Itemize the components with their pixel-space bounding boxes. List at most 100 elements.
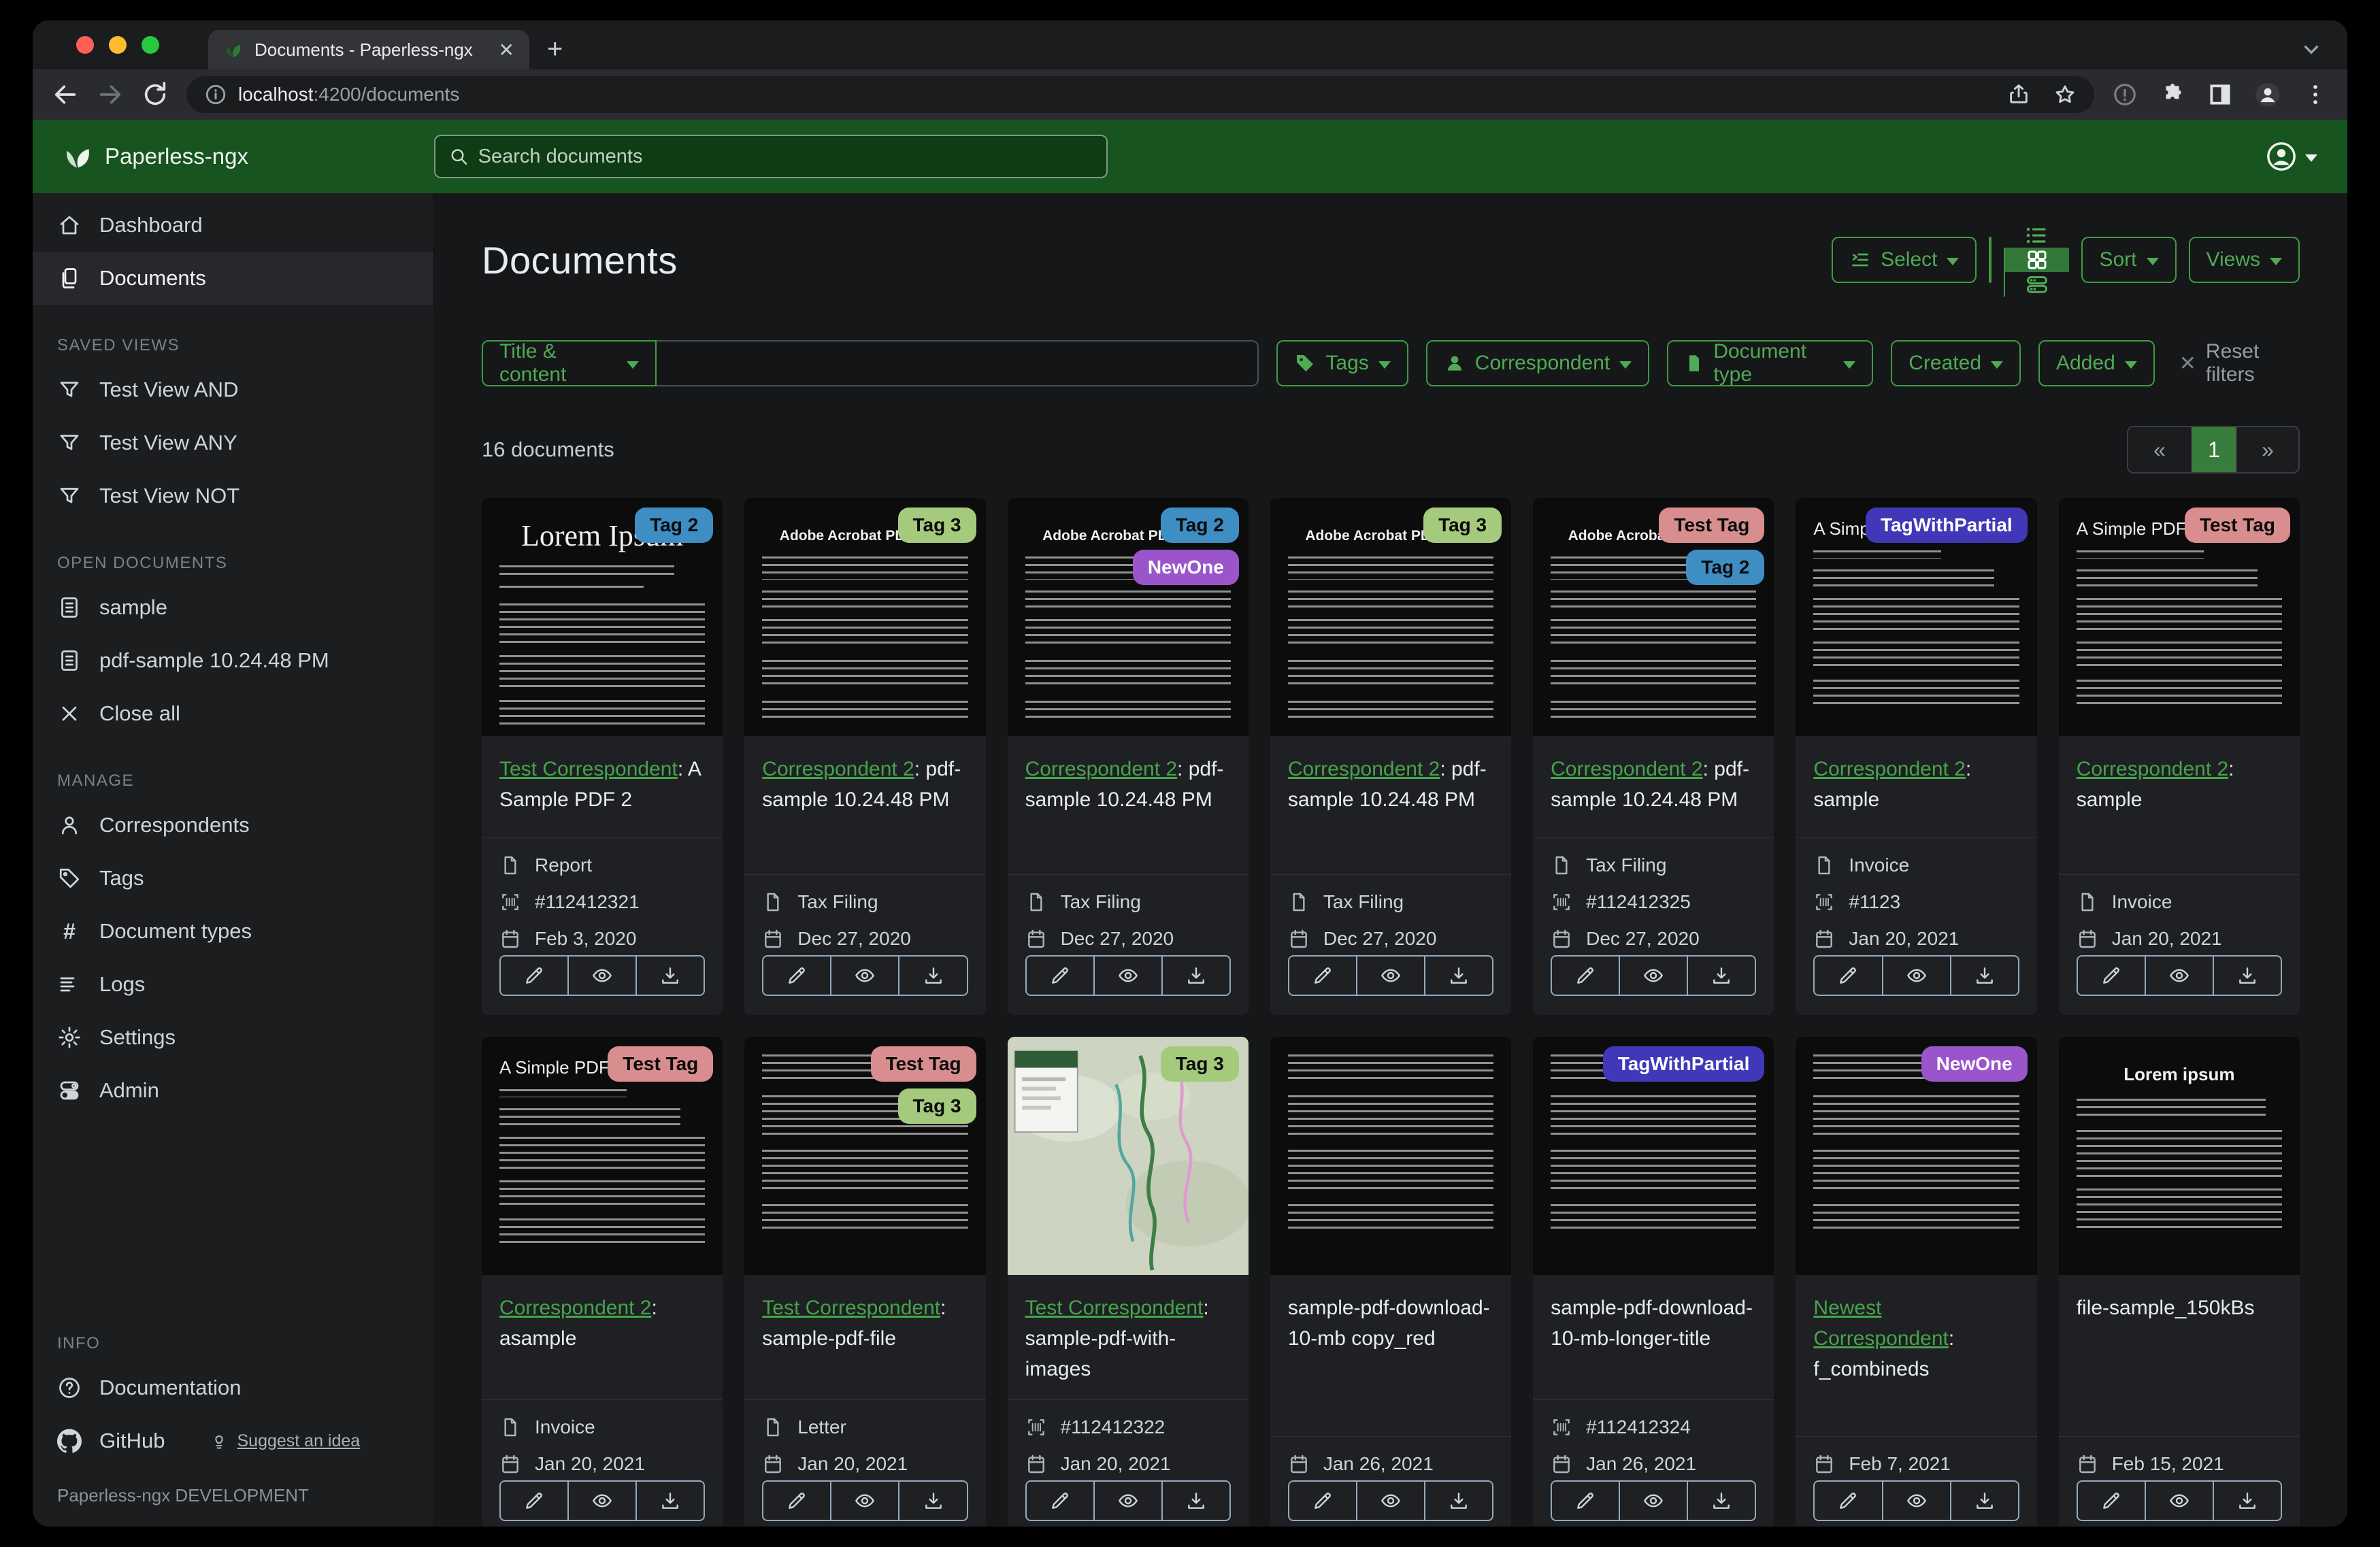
preview-button[interactable]: [1094, 955, 1163, 996]
correspondent-link[interactable]: Correspondent 2: [499, 1297, 651, 1319]
view-grid-button[interactable]: [2004, 248, 2070, 272]
document-thumbnail[interactable]: Test Tag Tag 3: [744, 1037, 986, 1275]
download-button[interactable]: [1162, 1480, 1231, 1521]
search-input[interactable]: [478, 145, 1093, 168]
document-title-block[interactable]: Correspondent 2: pdf-sample 10.24.48 PM: [1270, 736, 1512, 875]
sidebar-item-close-all[interactable]: Close all: [33, 687, 433, 740]
document-card[interactable]: Adobe Acrobat PDF Files Tag 3 Corresponden…: [1270, 498, 1512, 1015]
filter-created-button[interactable]: Created: [1891, 340, 2021, 386]
edit-button[interactable]: [2076, 1480, 2146, 1521]
sidebar-item-test-view-and[interactable]: Test View AND: [33, 363, 433, 416]
document-card[interactable]: Test Tag Tag 3 Test Correspondent: sample-…: [744, 1037, 986, 1527]
filter-tags-button[interactable]: Tags: [1276, 340, 1408, 386]
document-thumbnail[interactable]: Lorem ipsum: [2058, 1037, 2300, 1275]
document-card[interactable]: Lorem ipsum file-sample_150kBs Feb 15, 202…: [2058, 1037, 2300, 1527]
sidebar-item-documentation[interactable]: Documentation: [33, 1361, 433, 1414]
document-title-block[interactable]: Correspondent 2: pdf-sample 10.24.48 PM: [1533, 736, 1774, 838]
preview-button[interactable]: [569, 955, 638, 996]
address-bar[interactable]: localhost:4200/documents: [186, 76, 2094, 113]
bookmark-star-icon[interactable]: [2053, 83, 2077, 106]
download-button[interactable]: [637, 955, 706, 996]
sidebar-item-test-view-any[interactable]: Test View ANY: [33, 416, 433, 469]
document-title-block[interactable]: Newest Correspondent: f_combineds: [1796, 1275, 2037, 1437]
document-thumbnail[interactable]: [1270, 1037, 1512, 1275]
menu-kebab-icon[interactable]: [2302, 82, 2328, 107]
document-title-block[interactable]: file-sample_150kBs: [2058, 1275, 2300, 1437]
filter-text-input[interactable]: [656, 340, 1259, 386]
sidebar-item-tags[interactable]: Tags: [33, 852, 433, 905]
download-button[interactable]: [637, 1480, 706, 1521]
tag-badge[interactable]: TagWithPartial: [1602, 1046, 1765, 1082]
document-card[interactable]: A Simple PDF FileTagWithPartialCorrespon…: [1796, 498, 2037, 1015]
edit-button[interactable]: [1813, 1480, 1883, 1521]
document-thumbnail[interactable]: A Simple PDF FileTagWithPartial: [1796, 498, 2037, 736]
filter-added-button[interactable]: Added: [2038, 340, 2155, 386]
document-card[interactable]: A Simple PDF File Test Tag Correspondent 2…: [482, 1037, 723, 1527]
preview-button[interactable]: [1883, 1480, 1951, 1521]
document-thumbnail[interactable]: Adobe Acrobat PDF Files Tag 2 NewOne: [1007, 498, 1249, 736]
document-card[interactable]: A Simple PDF File Test Tag Correspondent 2…: [2058, 498, 2300, 1015]
global-search[interactable]: [434, 135, 1108, 178]
preview-button[interactable]: [831, 1480, 900, 1521]
download-button[interactable]: [1425, 1480, 1494, 1521]
sidebar-item-dashboard[interactable]: Dashboard: [33, 199, 433, 252]
close-window-button[interactable]: [76, 36, 94, 54]
filter-correspondent-button[interactable]: Correspondent: [1425, 340, 1650, 386]
edit-button[interactable]: [1025, 1480, 1095, 1521]
preview-button[interactable]: [569, 1480, 638, 1521]
download-button[interactable]: [2213, 955, 2282, 996]
sidebar-item-pdf-sample-10-24-48-pm[interactable]: pdf-sample 10.24.48 PM: [33, 634, 433, 687]
sidebar-item-logs[interactable]: Logs: [33, 958, 433, 1011]
document-card[interactable]: NewOne Newest Correspondent: f_combineds F…: [1796, 1037, 2037, 1527]
edit-button[interactable]: [499, 955, 569, 996]
download-button[interactable]: [899, 1480, 968, 1521]
sort-button[interactable]: Sort: [2081, 237, 2177, 283]
document-title-block[interactable]: sample-pdf-download-10-mb copy_red: [1270, 1275, 1512, 1437]
suggest-an-idea-link[interactable]: Suggest an idea: [210, 1431, 360, 1451]
reset-filters-button[interactable]: ✕ Reset filters: [2179, 340, 2300, 386]
tag-badge[interactable]: Tag 3: [1160, 1046, 1239, 1082]
preview-button[interactable]: [831, 955, 900, 996]
document-title-block[interactable]: Correspondent 2: sample: [1796, 736, 2037, 838]
document-card[interactable]: Adobe Acrobat PDF Files Tag 3 Corresponden…: [744, 498, 986, 1015]
forward-icon[interactable]: [97, 81, 124, 108]
view-detail-button[interactable]: [2004, 272, 2069, 297]
sidebar-item-settings[interactable]: Settings: [33, 1011, 433, 1064]
site-info-icon[interactable]: [204, 83, 227, 106]
download-button[interactable]: [1425, 955, 1494, 996]
edit-button[interactable]: [499, 1480, 569, 1521]
preview-button[interactable]: [2145, 1480, 2214, 1521]
tag-badge[interactable]: Test Tag: [1659, 508, 1765, 543]
edit-button[interactable]: [1551, 1480, 1621, 1521]
app-logo[interactable]: Paperless-ngx: [63, 142, 414, 171]
correspondent-link[interactable]: Newest Correspondent: [1813, 1297, 1948, 1350]
views-button[interactable]: Views: [2188, 237, 2300, 283]
document-thumbnail[interactable]: TagWithPartial: [1533, 1037, 1774, 1275]
preview-button[interactable]: [1357, 1480, 1426, 1521]
tag-badge[interactable]: Tag 2: [1160, 508, 1239, 543]
edit-button[interactable]: [762, 955, 832, 996]
document-thumbnail[interactable]: Adobe Acrobat PDF Files Tag 3: [1270, 498, 1512, 736]
sidebar-item-document-types[interactable]: # Document types: [33, 905, 433, 958]
sidebar-item-github[interactable]: GitHub Suggest an idea: [33, 1414, 433, 1467]
back-icon[interactable]: [52, 81, 79, 108]
side-panel-icon[interactable]: [2207, 82, 2233, 107]
download-button[interactable]: [1951, 1480, 2019, 1521]
correspondent-link[interactable]: Correspondent 2: [762, 758, 914, 780]
tag-badge[interactable]: Tag 3: [897, 1088, 976, 1124]
tag-badge[interactable]: NewOne: [1132, 550, 1239, 585]
document-title-block[interactable]: Test Correspondent: sample-pdf-file: [744, 1275, 986, 1400]
document-title-block[interactable]: Correspondent 2: pdf-sample 10.24.48 PM: [744, 736, 986, 875]
document-card[interactable]: Lorem Ipsum Tag 2 Test Correspondent: A Sa…: [482, 498, 723, 1015]
download-button[interactable]: [1688, 1480, 1757, 1521]
correspondent-link[interactable]: Correspondent 2: [1288, 758, 1440, 780]
document-thumbnail[interactable]: NewOne: [1796, 1037, 2037, 1275]
document-thumbnail[interactable]: Adobe Acrobat PDF Files Tag 3: [744, 498, 986, 736]
edit-button[interactable]: [1025, 955, 1095, 996]
sidebar-item-admin[interactable]: Admin: [33, 1064, 433, 1117]
document-title-block[interactable]: Correspondent 2: sample: [2058, 736, 2300, 875]
new-tab-button[interactable]: +: [547, 35, 563, 63]
filter-doctype-button[interactable]: Document type: [1667, 340, 1874, 386]
preview-button[interactable]: [1357, 955, 1426, 996]
edit-button[interactable]: [762, 1480, 832, 1521]
